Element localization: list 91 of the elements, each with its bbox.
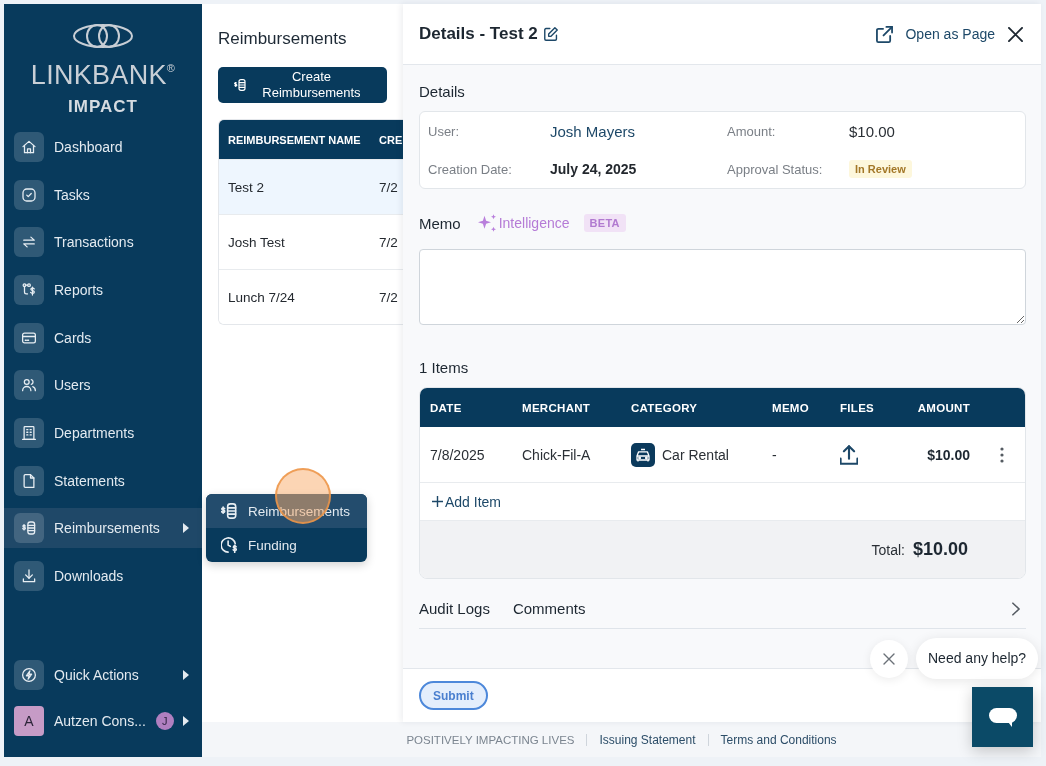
table-cell-text: -	[771, 446, 778, 463]
column-header: DATE	[429, 401, 463, 414]
close-icon[interactable]	[1008, 26, 1023, 42]
table-cell: 7/2	[379, 289, 398, 305]
route-dollar-icon	[14, 274, 44, 305]
field-label: Approval Status:	[727, 161, 824, 177]
user-link[interactable]: Josh Mayers	[550, 122, 636, 140]
nav-item[interactable]: Tasks	[4, 174, 202, 215]
total-label: Total:	[871, 541, 905, 558]
lightning-icon	[14, 660, 44, 690]
pencil-icon[interactable]	[543, 27, 558, 41]
column-header: CATEGORY	[630, 401, 699, 414]
table-cell-text: Test 2	[227, 179, 266, 195]
external-link-icon[interactable]	[876, 25, 894, 43]
table-row[interactable]: Test 2 7/2	[219, 159, 403, 214]
nav-item[interactable]: Cards	[4, 317, 202, 358]
open-as-page-link[interactable]: Open as Page	[905, 26, 995, 42]
column-header: FILES	[839, 401, 876, 414]
column-header: REIMBURSEMENT NAME	[227, 133, 362, 146]
create-button[interactable]: Create Reimbursements	[218, 67, 387, 103]
nav-item[interactable]: A Autzen Cons... J	[4, 701, 202, 741]
add-item-button[interactable]: Add Item	[432, 493, 502, 510]
chat-button[interactable]	[972, 687, 1033, 747]
column-header: MERCHANT	[521, 401, 592, 414]
nav-item[interactable]: Transactions	[4, 222, 202, 263]
submenu-item[interactable]: Funding	[206, 528, 367, 562]
home-icon	[14, 132, 44, 162]
nav-item[interactable]: Downloads	[4, 555, 202, 596]
more-icon[interactable]	[1000, 446, 1004, 463]
panel-title: Details - Test 2	[419, 24, 538, 44]
logo-wordmark: LINKBANK$^{®}$	[30, 59, 176, 89]
table-cell-text: Josh Test	[227, 234, 286, 250]
nav-item[interactable]: Reports	[4, 269, 202, 310]
nav-item[interactable]: Dashboard	[4, 127, 202, 167]
user-avatar: J	[155, 712, 174, 730]
coin-stack-icon	[221, 503, 237, 519]
footer-link[interactable]: Terms and Conditions	[720, 732, 837, 747]
logo-subtitle: IMPACT	[68, 97, 138, 117]
tab[interactable]: Comments	[512, 600, 586, 617]
beta-badge: BETA	[583, 214, 626, 232]
section-title: 1 Items	[419, 359, 470, 377]
memo-field[interactable]	[419, 249, 1026, 325]
speech-bubble-icon	[988, 707, 1017, 727]
table-cell: Car Rental	[662, 446, 729, 463]
status-badge: In Review	[849, 160, 912, 178]
rings-logo-icon	[72, 23, 134, 49]
section-title: Details	[419, 83, 466, 101]
submit-button[interactable]: Submit	[419, 681, 488, 710]
field-label: Creation Date:	[428, 161, 513, 177]
field-label: Amount:	[727, 123, 777, 139]
nav-item[interactable]: Quick Actions	[4, 655, 202, 695]
users-icon	[14, 370, 44, 401]
table-cell: 7/2	[379, 179, 398, 195]
table-cell-text: 7/8/2025	[429, 446, 486, 463]
total-value: $10.00	[912, 539, 968, 560]
sparkle-icon	[477, 214, 496, 232]
nav-item[interactable]: Reimbursements	[4, 508, 202, 549]
coin-stack-icon	[14, 513, 44, 544]
download-icon	[14, 560, 44, 591]
column-header: MEMO	[771, 401, 810, 414]
help-bubble[interactable]: Need any help?	[916, 638, 1039, 679]
column-header: CRE	[379, 133, 403, 146]
checkbox-icon	[14, 179, 44, 210]
field-label: User:	[428, 123, 461, 139]
nav-item[interactable]: Users	[4, 365, 202, 406]
table-cell-text: $10.00	[926, 446, 971, 463]
nav-item[interactable]: Departments	[4, 412, 202, 453]
building-icon	[14, 417, 44, 448]
chevron-right-icon[interactable]	[1012, 601, 1020, 616]
coin-stack-icon	[234, 79, 246, 91]
document-icon	[14, 465, 44, 496]
footer-tagline: POSITIVELY IMPACTING LIVES	[406, 733, 575, 746]
table-row[interactable]: Lunch 7/24 7/2	[219, 269, 403, 324]
upload-icon[interactable]	[840, 444, 858, 465]
clock-dollar-icon	[221, 537, 237, 553]
arrows-icon	[14, 227, 44, 258]
panel-title: Reimbursements	[218, 28, 348, 49]
footer-link[interactable]: Issuing Statement	[599, 732, 696, 747]
table-cell: 7/2	[379, 234, 398, 250]
car-icon	[631, 442, 655, 467]
table-cell-text: Lunch 7/24	[227, 289, 296, 305]
nav-item[interactable]: Statements	[4, 460, 202, 501]
memo-label: Memo	[419, 214, 461, 232]
plus-icon	[432, 496, 443, 507]
workspace-avatar: A	[14, 706, 44, 736]
tab[interactable]: Audit Logs	[419, 600, 490, 617]
field-value: $10.00	[849, 122, 895, 140]
column-header: AMOUNT	[916, 401, 971, 414]
table-cell-text: Chick-Fil-A	[521, 446, 592, 463]
field-value: July 24, 2025	[550, 161, 637, 177]
card-icon	[14, 322, 44, 353]
